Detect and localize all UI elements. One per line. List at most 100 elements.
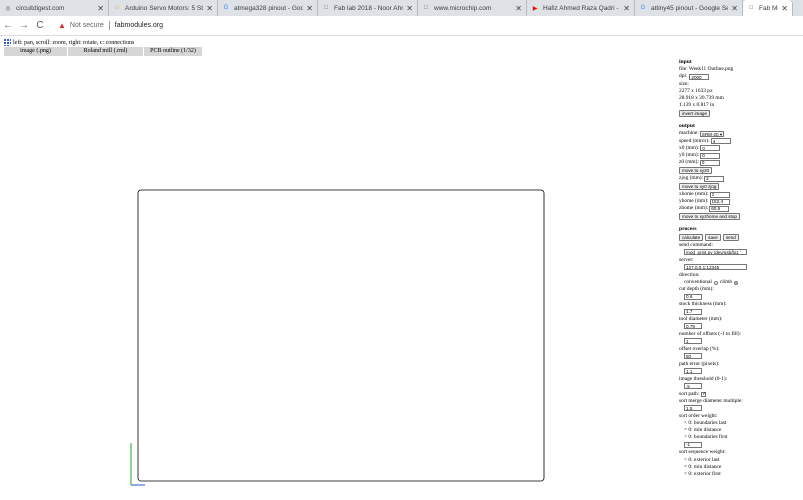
stock-thickness-input[interactable]: [684, 308, 702, 315]
module-tabs: image (.png) Roland mill (.rml) PCB outl…: [4, 47, 203, 56]
browser-tab[interactable]: Gatmega328 pinout - Google✕: [218, 0, 318, 16]
climb-label: climb: [719, 279, 733, 286]
speed-label: speed (mm/s):: [679, 137, 710, 144]
yhome-input[interactable]: [709, 198, 730, 205]
controls-hint-text: left: pan, scroll: zoom, right: rotate, …: [13, 39, 135, 46]
close-tab-icon[interactable]: ✕: [406, 4, 413, 13]
sort-order-item: > 0: boundaries first: [684, 434, 728, 441]
browser-tab[interactable]: ☺ Arduino Servo Motors: 5 Ste ✕: [109, 0, 218, 16]
conventional-radio[interactable]: [713, 280, 718, 285]
image-threshold-input[interactable]: [684, 383, 702, 390]
input-file: file: Week11 Outline.png: [679, 66, 734, 73]
tool-diameter-input[interactable]: [684, 323, 702, 330]
browser-tab[interactable]: □ Fab Modules✕: [743, 0, 793, 16]
x0-input[interactable]: [700, 145, 721, 152]
move-to-xy0-zjog-button[interactable]: move to xy0 zjog: [679, 182, 720, 190]
move-to-home-button[interactable]: move to xyzhome and stop: [679, 213, 740, 221]
sort-order-item: < 0: boundaries last: [684, 420, 727, 427]
dpi-label: dpi:: [679, 73, 688, 80]
browser-tab-title: Hafiz Ahmed Raza Qadri - N: [543, 4, 621, 12]
browser-tab-title: atmega328 pinout - Google: [234, 4, 304, 12]
offsets-input[interactable]: [684, 338, 702, 345]
dpi-input[interactable]: [689, 74, 710, 80]
dpi-row: dpi:: [679, 73, 803, 80]
browser-tab[interactable]: Gattiny45 pinout - Google Se ✕: [635, 0, 743, 16]
youtube-icon: ▶: [532, 5, 538, 12]
save-button[interactable]: save: [705, 233, 721, 241]
sort-order-input[interactable]: [684, 441, 702, 448]
process-heading: process: [679, 226, 697, 233]
zjog-input[interactable]: [704, 175, 725, 182]
instructables-icon: ☺: [113, 5, 121, 11]
close-tab-icon[interactable]: ✕: [781, 4, 788, 13]
cut-depth-label: cut depth (mm):: [679, 286, 714, 293]
tool-diameter-label: tool diameter (mm):: [679, 316, 723, 323]
zhome-input[interactable]: [709, 205, 730, 212]
move-to-xyz0-button[interactable]: move to xyz0: [679, 166, 713, 174]
close-tab-icon[interactable]: ✕: [623, 4, 630, 13]
close-tab-icon[interactable]: ✕: [206, 4, 213, 13]
invert-image-button[interactable]: invert image: [679, 109, 711, 117]
z0-label: z0 (mm):: [679, 159, 699, 166]
size-in: 1.139 x 0.817 in: [679, 102, 715, 109]
server-label: server:: [679, 257, 694, 264]
google-icon: G: [640, 5, 646, 11]
globe-icon: ◎: [5, 5, 11, 12]
sort-sequence-item: > 0: exterior first: [684, 470, 721, 477]
module-tab-image[interactable]: image (.png): [4, 47, 68, 56]
sort-sequence-item: = 0: min distance: [684, 463, 722, 470]
offset-overlap-label: offset overlap (%):: [679, 346, 720, 353]
calculate-button[interactable]: calculate: [679, 233, 704, 241]
close-tab-icon[interactable]: ✕: [97, 4, 104, 13]
sort-path-label: sort path:: [679, 390, 700, 397]
close-tab-icon[interactable]: ✕: [731, 4, 738, 13]
browser-tab[interactable]: ▶ Hafiz Ahmed Raza Qadri - N ✕: [527, 0, 635, 16]
sort-order-label: sort order weight:: [679, 412, 718, 419]
sort-merge-input[interactable]: [684, 405, 702, 412]
offsets-label: number of offsets (-1 to fill):: [679, 331, 742, 338]
security-indicator[interactable]: ▲ Not secure: [58, 21, 104, 30]
controls-hint: left: pan, scroll: zoom, right: rotate, …: [4, 39, 134, 46]
module-tab-roland-mill[interactable]: Roland mill (.rml): [68, 47, 144, 56]
browser-tab-title: Arduino Servo Motors: 5 Ste: [125, 4, 204, 12]
settings-panel: input file: Week11 Outline.png dpi: size…: [679, 59, 803, 478]
reload-icon[interactable]: C: [32, 20, 48, 31]
climb-radio[interactable]: [734, 280, 739, 285]
back-icon[interactable]: ←: [0, 20, 16, 31]
browser-tab[interactable]: □ www.microchip.com ✕: [418, 0, 527, 16]
module-tab-pcb-outline[interactable]: PCB outline (1/32): [144, 47, 203, 56]
close-tab-icon[interactable]: ✕: [515, 4, 522, 13]
send-command-input[interactable]: [684, 249, 747, 256]
x0-label: x0 (mm):: [679, 144, 700, 151]
server-input[interactable]: [684, 264, 747, 271]
machine-row: machine: SRM-20 ▾: [679, 130, 803, 137]
browser-tab-strip: ◎ circuitdigest.com ✕ ☺ Arduino Servo Motors…: [0, 0, 803, 16]
output-heading: output: [679, 123, 695, 130]
page-icon: □: [749, 5, 753, 11]
y0-input[interactable]: [700, 152, 721, 159]
url-text[interactable]: fabmodules.org: [115, 22, 163, 29]
page-icon: □: [424, 5, 428, 11]
stock-thickness-label: stock thickness (mm):: [679, 301, 727, 308]
z0-input[interactable]: [699, 159, 720, 166]
browser-tab-title: www.microchip.com: [434, 4, 492, 12]
send-button[interactable]: send: [722, 233, 739, 241]
cut-depth-input[interactable]: [684, 293, 702, 300]
size-px: 2277 x 1633 px: [679, 87, 713, 94]
browser-tab-title: circuitdigest.com: [16, 4, 65, 12]
machine-select[interactable]: SRM-20 ▾: [699, 130, 725, 137]
forward-icon[interactable]: →: [16, 20, 32, 31]
send-command-label: send command:: [679, 242, 713, 249]
security-label: Not secure: [69, 22, 104, 29]
sort-path-checkbox[interactable]: ✓: [701, 391, 706, 397]
xhome-input[interactable]: [709, 191, 730, 198]
browser-tab[interactable]: □ Fab lab 2018 - Noor Ahmed✕: [318, 0, 418, 16]
close-tab-icon[interactable]: ✕: [306, 4, 313, 13]
browser-tab[interactable]: ◎ circuitdigest.com ✕: [0, 0, 109, 16]
browser-tab-title: attiny45 pinout - Google Se: [651, 4, 729, 12]
speed-input[interactable]: [710, 138, 731, 145]
board-outline: [137, 189, 545, 482]
path-error-input[interactable]: [684, 368, 702, 375]
toolpath-canvas[interactable]: [0, 57, 676, 500]
offset-overlap-input[interactable]: [684, 353, 702, 360]
